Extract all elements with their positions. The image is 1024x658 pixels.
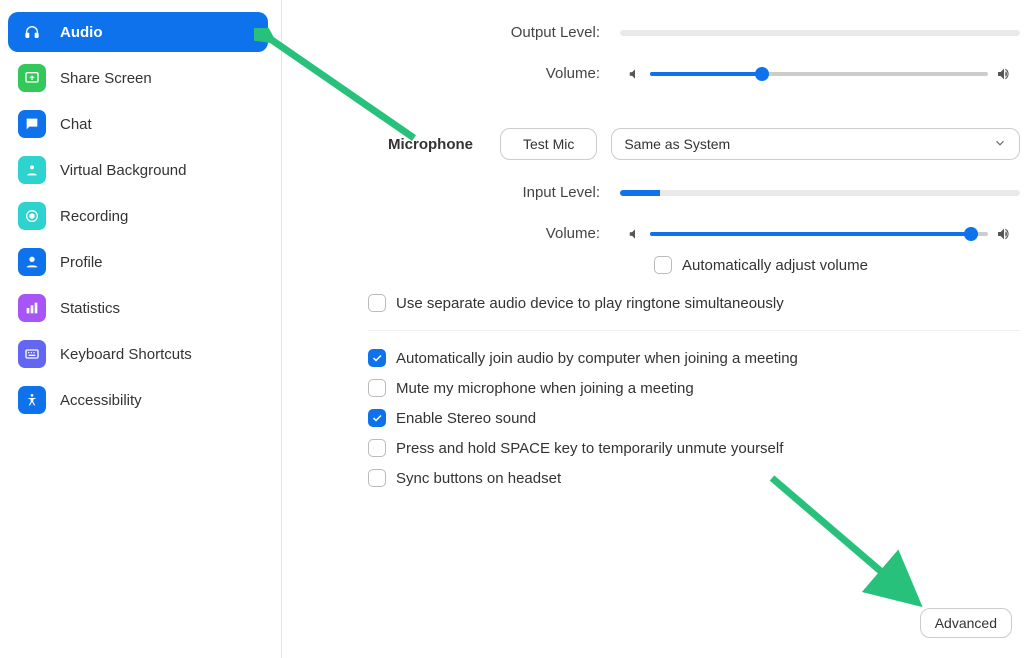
auto-adjust-volume-checkbox[interactable]: Automatically adjust volume [654,256,868,274]
audio-option-checkbox[interactable]: Mute my microphone when joining a meetin… [368,379,1020,397]
sidebar-item-label: Accessibility [60,392,142,409]
audio-option-label: Automatically join audio by computer whe… [396,350,798,367]
audio-option-checkbox[interactable]: Automatically join audio by computer whe… [368,349,1020,367]
input-level-meter [620,190,1020,196]
sidebar-item-virtual-background[interactable]: Virtual Background [8,150,268,190]
volume-low-icon [628,227,642,241]
sidebar-item-recording[interactable]: Recording [8,196,268,236]
audio-option-label: Sync buttons on headset [396,470,561,487]
virtual-bg-icon [18,156,46,184]
audio-option-label: Press and hold SPACE key to temporarily … [396,440,783,457]
separate-ringtone-checkbox[interactable]: Use separate audio device to play ringto… [368,294,1020,312]
sidebar-item-label: Profile [60,254,103,271]
audio-option-checkbox[interactable]: Enable Stereo sound [368,409,1020,427]
audio-option-label: Mute my microphone when joining a meetin… [396,380,694,397]
settings-sidebar: Audio Share Screen Chat Virtual Background R… [8,12,268,426]
sidebar-item-label: Recording [60,208,128,225]
input-level-label: Input Level: [360,184,620,201]
chat-icon [18,110,46,138]
audio-option-checkbox[interactable]: Press and hold SPACE key to temporarily … [368,439,1020,457]
separate-ringtone-label: Use separate audio device to play ringto… [396,295,784,312]
volume-high-icon [996,226,1012,242]
sidebar-item-accessibility[interactable]: Accessibility [8,380,268,420]
accessibility-icon [18,386,46,414]
headphones-icon [18,18,46,46]
mic-device-value: Same as System [624,136,730,152]
sidebar-item-share-screen[interactable]: Share Screen [8,58,268,98]
sidebar-item-audio[interactable]: Audio [8,12,268,52]
annotation-arrow-icon [762,468,942,628]
sidebar-item-label: Audio [60,24,103,41]
volume-low-icon [628,67,642,81]
sidebar-item-statistics[interactable]: Statistics [8,288,268,328]
sidebar-item-label: Statistics [60,300,120,317]
input-volume-slider[interactable] [650,232,988,236]
keyboard-icon [18,340,46,368]
sidebar-item-keyboard-shortcuts[interactable]: Keyboard Shortcuts [8,334,268,374]
sidebar-item-label: Share Screen [60,70,152,87]
output-level-meter [620,30,1020,36]
output-volume-slider[interactable] [650,72,988,76]
test-mic-button[interactable]: Test Mic [500,128,597,160]
volume-high-icon [996,66,1012,82]
sidebar-item-label: Virtual Background [60,162,186,179]
chevron-down-icon [993,136,1007,153]
audio-option-label: Enable Stereo sound [396,410,536,427]
share-screen-icon [18,64,46,92]
options-divider [368,330,1020,331]
sidebar-item-profile[interactable]: Profile [8,242,268,282]
sidebar-item-label: Keyboard Shortcuts [60,346,192,363]
statistics-icon [18,294,46,322]
annotation-arrow-icon [254,28,424,148]
profile-icon [18,248,46,276]
auto-adjust-label: Automatically adjust volume [682,257,868,274]
mic-device-select[interactable]: Same as System [611,128,1020,160]
recording-icon [18,202,46,230]
audio-settings-panel: Output Level: Volume: Microphone Test Mi [360,0,1020,499]
sidebar-item-chat[interactable]: Chat [8,104,268,144]
input-volume-label: Volume: [360,225,620,242]
sidebar-item-label: Chat [60,116,92,133]
